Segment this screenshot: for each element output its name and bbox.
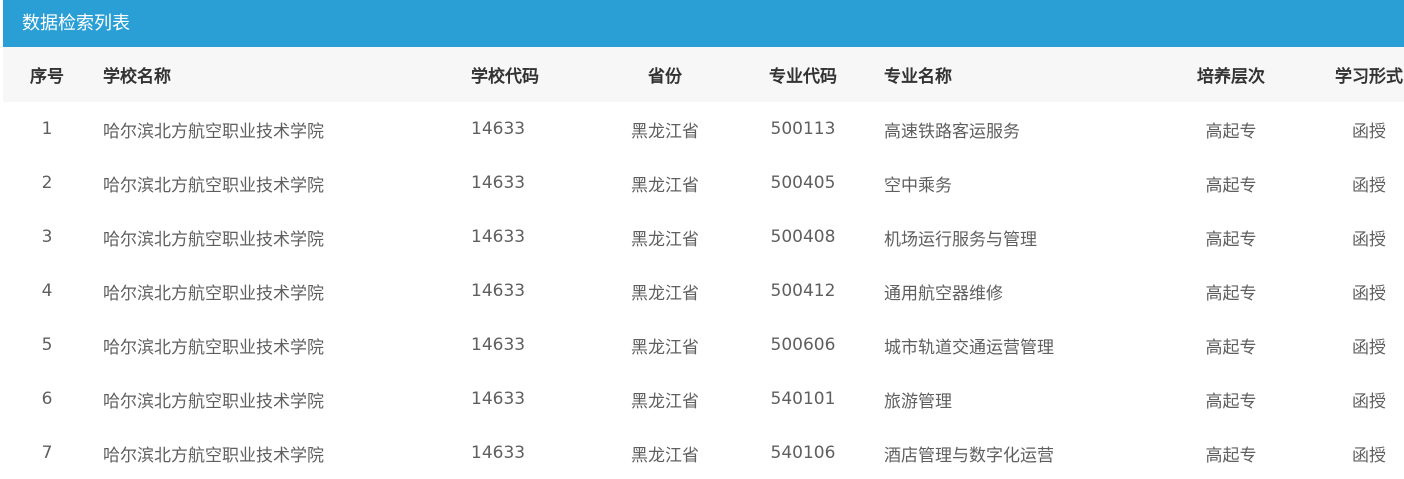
cell-level: 高起专 (1205, 175, 1257, 196)
cell-index: 2 (41, 173, 53, 193)
cell-index: 3 (41, 227, 53, 247)
cell-study-mode: 函授 (1352, 229, 1386, 250)
table-row[interactable]: 7 哈尔滨北方航空职业技术学院 14633 黑龙江省 540106 酒店管理与数… (3, 426, 1404, 479)
cell-school-name: 哈尔滨北方航空职业技术学院 (103, 229, 324, 250)
column-header-level: 培养层次 (1197, 67, 1265, 87)
cell-school-code: 14633 (471, 335, 526, 355)
cell-major-name: 机场运行服务与管理 (884, 229, 1037, 250)
cell-major-name: 空中乘务 (884, 175, 952, 196)
cell-major-name: 高速铁路客运服务 (884, 121, 1020, 142)
table-header: 序号 学校名称 学校代码 省份 专业代码 专业名称 培养层次 学习形式 (3, 47, 1404, 102)
column-header-study-mode: 学习形式 (1335, 67, 1403, 87)
cell-study-mode: 函授 (1352, 445, 1386, 466)
cell-level: 高起专 (1205, 445, 1257, 466)
column-header-province: 省份 (648, 67, 682, 87)
cell-province: 黑龙江省 (631, 337, 699, 358)
cell-school-name: 哈尔滨北方航空职业技术学院 (103, 445, 324, 466)
cell-major-name: 通用航空器维修 (884, 283, 1003, 304)
cell-major-code: 500412 (770, 281, 836, 301)
data-search-panel: 数据检索列表 序号 学校名称 学校代码 省份 专业代码 专业名称 培养层次 学习… (0, 0, 1404, 479)
cell-school-code: 14633 (471, 281, 526, 301)
cell-level: 高起专 (1205, 283, 1257, 304)
cell-major-name: 旅游管理 (884, 391, 952, 412)
column-header-school-code: 学校代码 (471, 67, 539, 87)
cell-study-mode: 函授 (1352, 337, 1386, 358)
table-body: 1 哈尔滨北方航空职业技术学院 14633 黑龙江省 500113 高速铁路客运… (3, 102, 1404, 479)
cell-major-name: 城市轨道交通运营管理 (884, 337, 1054, 358)
cell-province: 黑龙江省 (631, 121, 699, 142)
cell-major-code: 500405 (770, 173, 836, 193)
cell-index: 5 (41, 335, 53, 355)
cell-study-mode: 函授 (1352, 283, 1386, 304)
cell-province: 黑龙江省 (631, 445, 699, 466)
table-row[interactable]: 1 哈尔滨北方航空职业技术学院 14633 黑龙江省 500113 高速铁路客运… (3, 102, 1404, 156)
cell-school-name: 哈尔滨北方航空职业技术学院 (103, 283, 324, 304)
table-row[interactable]: 6 哈尔滨北方航空职业技术学院 14633 黑龙江省 540101 旅游管理 高… (3, 372, 1404, 426)
column-header-index: 序号 (30, 67, 64, 87)
cell-school-name: 哈尔滨北方航空职业技术学院 (103, 391, 324, 412)
table-row[interactable]: 5 哈尔滨北方航空职业技术学院 14633 黑龙江省 500606 城市轨道交通… (3, 318, 1404, 372)
cell-major-code: 500606 (770, 335, 836, 355)
cell-school-name: 哈尔滨北方航空职业技术学院 (103, 175, 324, 196)
cell-major-code: 540106 (770, 443, 836, 463)
cell-province: 黑龙江省 (631, 391, 699, 412)
table-row[interactable]: 2 哈尔滨北方航空职业技术学院 14633 黑龙江省 500405 空中乘务 高… (3, 156, 1404, 210)
table-row[interactable]: 4 哈尔滨北方航空职业技术学院 14633 黑龙江省 500412 通用航空器维… (3, 264, 1404, 318)
column-header-major-name: 专业名称 (884, 67, 952, 87)
cell-major-name: 酒店管理与数字化运营 (884, 445, 1054, 466)
cell-major-code: 540101 (770, 389, 836, 409)
cell-index: 1 (41, 119, 53, 139)
cell-major-code: 500113 (770, 119, 836, 139)
cell-level: 高起专 (1205, 121, 1257, 142)
cell-study-mode: 函授 (1352, 175, 1386, 196)
cell-major-code: 500408 (770, 227, 836, 247)
cell-index: 4 (41, 281, 53, 301)
cell-level: 高起专 (1205, 391, 1257, 412)
column-header-major-code: 专业代码 (769, 67, 837, 87)
cell-school-name: 哈尔滨北方航空职业技术学院 (103, 121, 324, 142)
cell-index: 6 (41, 389, 53, 409)
table-row[interactable]: 3 哈尔滨北方航空职业技术学院 14633 黑龙江省 500408 机场运行服务… (3, 210, 1404, 264)
cell-school-code: 14633 (471, 227, 526, 247)
cell-study-mode: 函授 (1352, 121, 1386, 142)
cell-school-name: 哈尔滨北方航空职业技术学院 (103, 337, 324, 358)
cell-school-code: 14633 (471, 443, 526, 463)
column-header-school-name: 学校名称 (103, 67, 171, 87)
cell-school-code: 14633 (471, 389, 526, 409)
panel-title: 数据检索列表 (3, 0, 1404, 47)
cell-province: 黑龙江省 (631, 283, 699, 304)
cell-school-code: 14633 (471, 119, 526, 139)
cell-level: 高起专 (1205, 229, 1257, 250)
cell-province: 黑龙江省 (631, 175, 699, 196)
cell-province: 黑龙江省 (631, 229, 699, 250)
cell-level: 高起专 (1205, 337, 1257, 358)
cell-index: 7 (41, 443, 53, 463)
cell-school-code: 14633 (471, 173, 526, 193)
cell-study-mode: 函授 (1352, 391, 1386, 412)
